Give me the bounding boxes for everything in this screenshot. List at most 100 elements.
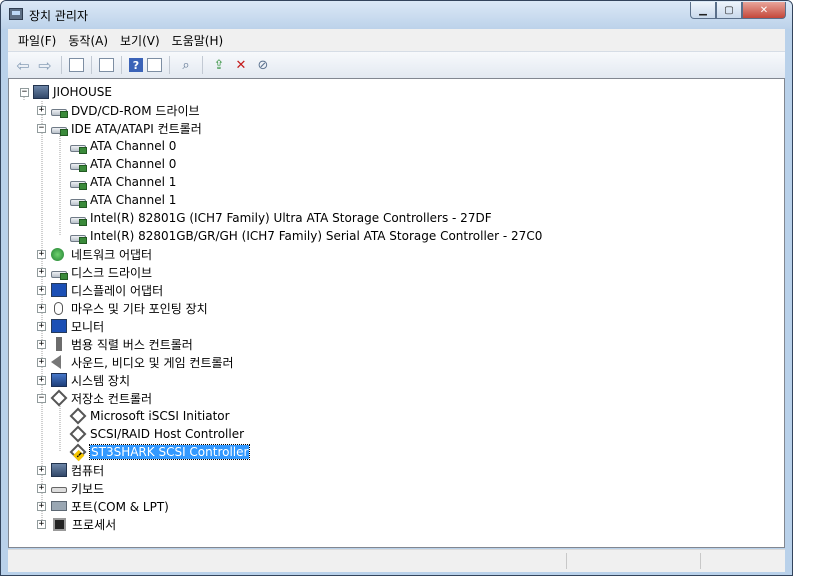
category-label: 디스크 드라이브 — [71, 265, 153, 280]
properties-icon[interactable] — [99, 58, 114, 72]
device-label: ATA Channel 0 — [90, 157, 177, 171]
status-bar — [8, 549, 785, 572]
category-label: 모니터 — [71, 319, 105, 334]
category-network[interactable]: + 네트워크 어댑터 — [37, 245, 152, 263]
ide-channel-icon — [70, 198, 87, 208]
category-keyboard[interactable]: + 키보드 — [37, 479, 105, 497]
display-adapter-icon — [51, 283, 67, 297]
category-storage[interactable]: − 저장소 컨트롤러 — [37, 389, 153, 407]
category-usb[interactable]: + 범용 직렬 버스 컨트롤러 — [37, 335, 193, 353]
category-computer[interactable]: + 컴퓨터 — [37, 461, 105, 479]
category-label: 프로세서 — [72, 517, 117, 532]
expand-icon[interactable]: + — [37, 376, 46, 385]
menu-view[interactable]: 보기(V) — [120, 32, 160, 49]
device-ide-channel[interactable]: ATA Channel 0 — [70, 137, 176, 155]
device-sata-controller[interactable]: Intel(R) 82801GB/GR/GH (ICH7 Family) Ser… — [70, 227, 542, 245]
view-icon[interactable] — [147, 58, 162, 72]
maximize-button[interactable]: ▢ — [716, 2, 742, 19]
update-driver-icon[interactable]: ⇪ — [210, 56, 228, 74]
monitor-icon — [51, 319, 67, 333]
device-iscsi[interactable]: Microsoft iSCSI Initiator — [69, 407, 230, 425]
ide-controller-icon — [51, 126, 68, 136]
scan-icon[interactable]: ⌕ — [177, 56, 195, 74]
device-manager-icon — [9, 8, 23, 20]
expand-icon[interactable]: + — [37, 484, 46, 493]
category-label: 포트(COM & LPT) — [71, 499, 169, 514]
disable-icon[interactable]: ⊘ — [254, 56, 272, 74]
device-label: Intel(R) 82801GB/GR/GH (ICH7 Family) Ser… — [90, 229, 543, 243]
computer-icon — [33, 85, 49, 99]
menu-action[interactable]: 동작(A) — [68, 32, 108, 49]
collapse-icon[interactable]: − — [37, 394, 46, 403]
category-ide[interactable]: − IDE ATA/ATAPI 컨트롤러 — [37, 119, 202, 137]
expand-icon[interactable]: + — [37, 304, 46, 313]
device-ide-channel[interactable]: ATA Channel 0 — [70, 155, 176, 173]
tree-root-label: JIOHOUSE — [53, 85, 112, 99]
category-dvd[interactable]: + DVD/CD-ROM 드라이브 — [37, 101, 200, 119]
category-label: 컴퓨터 — [71, 463, 105, 478]
minimize-button[interactable]: ▁ — [690, 2, 716, 19]
network-adapter-icon — [51, 247, 64, 261]
expand-icon[interactable]: + — [37, 466, 46, 475]
category-label: 키보드 — [71, 481, 105, 496]
category-processor[interactable]: + 프로세서 — [37, 515, 117, 533]
ide-channel-icon — [70, 144, 87, 154]
close-icon: ✕ — [759, 4, 769, 16]
device-label: ATA Channel 1 — [90, 175, 177, 189]
toolbar-separator — [61, 56, 62, 74]
category-label: DVD/CD-ROM 드라이브 — [71, 103, 200, 118]
category-mouse[interactable]: + 마우스 및 기타 포인팅 장치 — [37, 299, 208, 317]
category-label: 시스템 장치 — [71, 373, 131, 388]
status-pane — [700, 553, 701, 569]
device-ide-controller[interactable]: Intel(R) 82801G (ICH7 Family) Ultra ATA … — [70, 209, 492, 227]
category-sound[interactable]: + 사운드, 비디오 및 게임 컨트롤러 — [37, 353, 234, 371]
back-icon[interactable]: ⇦ — [14, 56, 32, 75]
collapse-icon[interactable]: − — [20, 88, 29, 97]
minimize-icon: ▁ — [699, 4, 707, 16]
expand-icon[interactable]: + — [37, 106, 46, 115]
category-label: 범용 직렬 버스 컨트롤러 — [71, 337, 193, 352]
sata-controller-icon — [70, 234, 87, 244]
warning-icon — [69, 443, 87, 461]
toolbar-separator — [202, 56, 203, 74]
mouse-icon — [54, 301, 63, 315]
expand-icon[interactable]: + — [37, 502, 46, 511]
ide-channel-icon — [70, 162, 87, 172]
collapse-icon[interactable]: − — [37, 124, 46, 133]
title-bar[interactable]: 장치 관리자 ▁ ▢ ✕ — [1, 1, 792, 29]
category-monitor[interactable]: + 모니터 — [37, 317, 105, 335]
storage-controller-icon — [50, 389, 68, 407]
category-disk[interactable]: + 디스크 드라이브 — [37, 263, 153, 281]
expand-icon[interactable]: + — [37, 286, 46, 295]
maximize-icon: ▢ — [724, 4, 734, 16]
device-ide-channel[interactable]: ATA Channel 1 — [70, 173, 176, 191]
expand-icon[interactable]: + — [37, 322, 46, 331]
expand-icon[interactable]: + — [37, 268, 46, 277]
up-icon[interactable] — [69, 58, 84, 72]
close-button[interactable]: ✕ — [742, 2, 786, 19]
help-icon[interactable]: ? — [129, 58, 143, 72]
device-tree[interactable]: − JIOHOUSE + DVD/CD-ROM 드라이브 − IDE ATA/A… — [8, 78, 785, 548]
menu-help[interactable]: 도움말(H) — [172, 32, 224, 49]
window-title: 장치 관리자 — [29, 9, 89, 23]
category-display[interactable]: + 디스플레이 어댑터 — [37, 281, 163, 299]
expand-icon[interactable]: + — [37, 340, 46, 349]
device-label: SCSI/RAID Host Controller — [90, 427, 245, 441]
uninstall-icon[interactable]: ✕ — [232, 56, 250, 74]
device-scsi-raid[interactable]: SCSI/RAID Host Controller — [69, 425, 245, 443]
device-st3shark-selected[interactable]: ST3SHARK SCSI Controller — [69, 443, 251, 461]
expand-icon[interactable]: + — [37, 358, 46, 367]
forward-icon[interactable]: ⇨ — [36, 56, 54, 75]
expand-icon[interactable]: + — [37, 520, 46, 529]
menu-bar: 파일(F) 동작(A) 보기(V) 도움말(H) — [8, 29, 785, 51]
category-ports[interactable]: + 포트(COM & LPT) — [37, 497, 169, 515]
category-label: 저장소 컨트롤러 — [71, 391, 153, 406]
toolbar: ⇦ ⇨ ? ⌕ ⇪ ✕ ⊘ — [8, 51, 785, 79]
device-manager-window: 장치 관리자 ▁ ▢ ✕ 파일(F) 동작(A) 보기(V) 도움말(H) ⇦ … — [0, 0, 793, 576]
menu-file[interactable]: 파일(F) — [18, 32, 56, 49]
category-system[interactable]: + 시스템 장치 — [37, 371, 131, 389]
device-label: ATA Channel 1 — [90, 193, 177, 207]
expand-icon[interactable]: + — [37, 250, 46, 259]
tree-root[interactable]: − JIOHOUSE — [17, 83, 112, 101]
device-ide-channel[interactable]: ATA Channel 1 — [70, 191, 176, 209]
